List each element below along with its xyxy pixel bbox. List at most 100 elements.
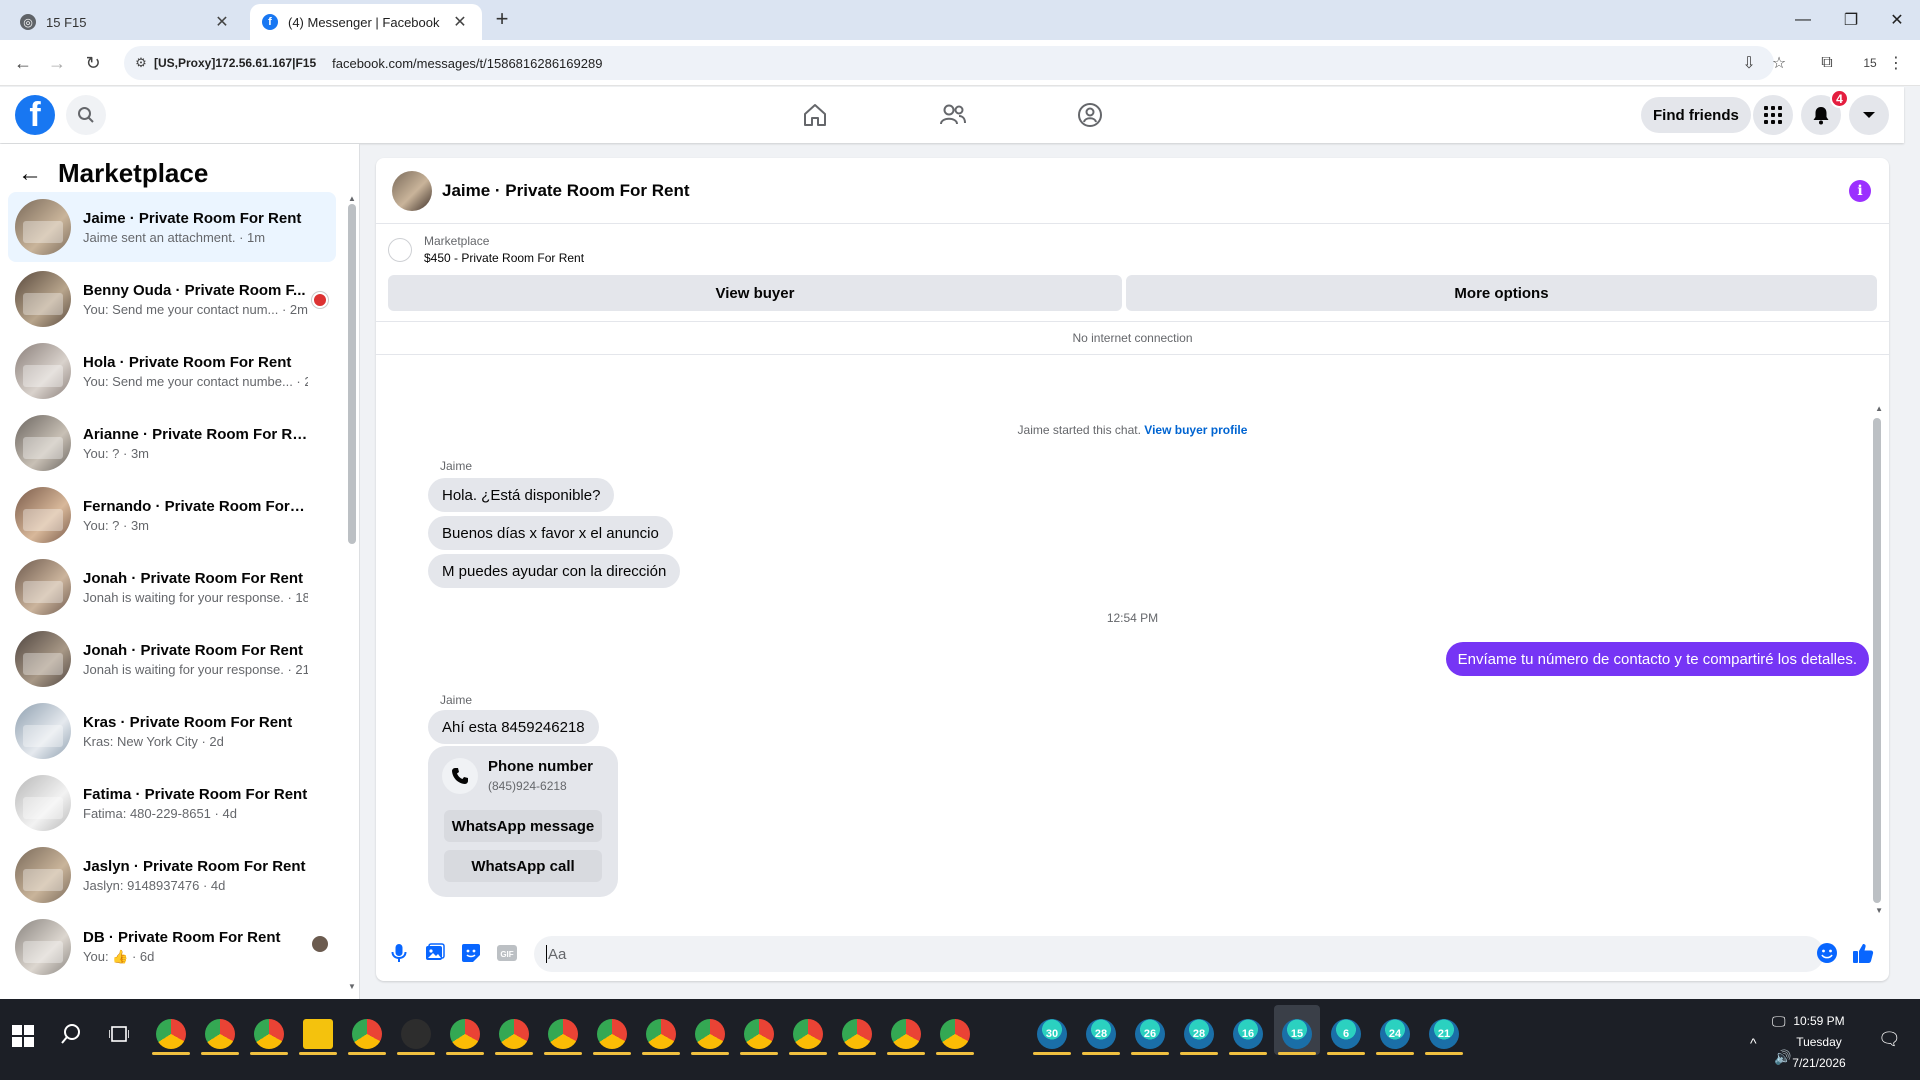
microphone-icon[interactable] [388, 942, 410, 964]
conversation-item[interactable]: Fatima · Private Room For Rent Fatima: 48… [8, 768, 336, 838]
listing-summary[interactable]: Marketplace $450 - Private Room For Rent [388, 234, 584, 265]
chrome-icon[interactable] [940, 1019, 970, 1049]
conversation-item[interactable]: Jaime · Private Room For Rent Jaime sent … [8, 192, 336, 262]
conversation-item[interactable]: Jonah · Private Room For Rent Jonah is wa… [8, 552, 336, 622]
reload-icon[interactable]: ↻ [78, 48, 108, 78]
search-icon[interactable] [56, 1019, 86, 1049]
scroll-up-arrow-icon[interactable]: ▲ [348, 194, 356, 203]
close-window-button[interactable]: ✕ [1874, 0, 1920, 40]
running-indicator [544, 1052, 582, 1055]
chrome-icon[interactable] [891, 1019, 921, 1049]
conversation-item[interactable]: Fernando · Private Room For Rent You: ? ·… [8, 480, 336, 550]
photo-icon[interactable] [424, 942, 446, 964]
conversation-item[interactable]: Hola · Private Room For Rent You: Send me… [8, 336, 336, 406]
browser-tab-1[interactable]: ◎ 15 F15 ✕ [8, 4, 244, 40]
url-text[interactable]: facebook.com/messages/t/1586816286169289 [332, 56, 602, 71]
back-arrow-icon[interactable]: ← [18, 160, 42, 188]
file-explorer-icon[interactable] [303, 1019, 333, 1049]
profile-browser-icon[interactable]: 21 [1429, 1019, 1459, 1049]
chrome-icon[interactable] [842, 1019, 872, 1049]
conversation-item[interactable]: Benny Ouda · Private Room F... You: Send … [8, 264, 336, 334]
find-friends-button[interactable]: Find friends [1641, 97, 1751, 133]
browser-menu-icon[interactable]: ⋮ [1886, 50, 1906, 76]
friends-icon[interactable] [933, 95, 973, 135]
chrome-icon[interactable] [793, 1019, 823, 1049]
tray-chevron-icon[interactable]: ^ [1750, 1035, 1757, 1051]
chrome-icon[interactable] [205, 1019, 235, 1049]
tab-search-icon[interactable]: ⧉ [1814, 50, 1840, 76]
whatsapp-call-button[interactable]: WhatsApp call [444, 850, 602, 882]
chrome-icon[interactable] [597, 1019, 627, 1049]
message-bubble[interactable]: Hola. ¿Está disponible? [428, 478, 615, 512]
message-bubble[interactable]: M puedes ayudar con la dirección [428, 554, 681, 588]
chrome-icon[interactable] [744, 1019, 774, 1049]
conversation-item[interactable]: Arianne · Private Room For Rent You: ? · … [8, 408, 336, 478]
chrome-icon[interactable] [450, 1019, 480, 1049]
conversation-item[interactable]: Kras · Private Room For Rent Kras: New Yo… [8, 696, 336, 766]
profile-browser-icon[interactable]: 16 [1233, 1019, 1263, 1049]
chat-scroll-down-arrow-icon[interactable]: ▼ [1875, 906, 1883, 915]
close-tab-icon[interactable]: ✕ [212, 12, 232, 32]
conversation-item[interactable]: Jaslyn · Private Room For Rent Jaslyn: 91… [8, 840, 336, 910]
avatar[interactable] [392, 170, 432, 211]
address-bar[interactable]: ⚙ [US,Proxy]172.56.61.167|F15 facebook.c… [124, 46, 1774, 80]
sticker-icon[interactable] [460, 942, 482, 964]
chrome-icon[interactable] [695, 1019, 725, 1049]
whatsapp-message-button[interactable]: WhatsApp message [444, 810, 602, 842]
profile-browser-icon[interactable]: 30 [1037, 1019, 1067, 1049]
facebook-logo-icon[interactable]: f [15, 95, 55, 135]
forward-arrow-icon[interactable]: → [42, 48, 72, 78]
menu-grid-icon[interactable] [1753, 95, 1793, 135]
profile-browser-icon[interactable]: 28 [1086, 1019, 1116, 1049]
message-bubble[interactable]: Ahí esta 8459246218 [428, 710, 599, 744]
info-icon[interactable]: i [1849, 180, 1871, 202]
close-tab-icon[interactable]: ✕ [450, 12, 470, 32]
chrome-icon[interactable] [548, 1019, 578, 1049]
chrome-icon[interactable] [499, 1019, 529, 1049]
install-app-icon[interactable]: ⇩ [1736, 50, 1762, 76]
message-input[interactable]: Aa [534, 936, 1824, 972]
sent-message-bubble[interactable]: Envíame tu número de contacto y te compa… [1445, 642, 1869, 676]
search-icon[interactable] [66, 95, 106, 135]
chrome-icon[interactable] [156, 1019, 186, 1049]
profile-count[interactable]: 15 [1858, 50, 1882, 76]
message-bubble[interactable]: Buenos días x favor x el anuncio [428, 516, 673, 550]
browser-tab-2[interactable]: f (4) Messenger | Facebook ✕ [250, 4, 482, 40]
profile-browser-icon[interactable]: 15 [1282, 1019, 1312, 1049]
notification-center-icon[interactable]: 🗨 [1878, 1029, 1901, 1050]
new-tab-button[interactable]: + [490, 8, 514, 32]
view-buyer-profile-link[interactable]: View buyer profile [1144, 423, 1247, 437]
profile-browser-icon[interactable]: 26 [1135, 1019, 1165, 1049]
scroll-down-arrow-icon[interactable]: ▼ [348, 982, 356, 991]
home-icon[interactable] [795, 95, 835, 135]
gif-icon[interactable]: GIF [496, 942, 518, 964]
site-info-icon[interactable]: ⚙ [132, 55, 150, 71]
minimize-window-button[interactable]: — [1780, 0, 1826, 40]
profile-browser-icon[interactable]: 6 [1331, 1019, 1361, 1049]
back-arrow-icon[interactable]: ← [8, 48, 38, 78]
account-dropdown-icon[interactable] [1849, 95, 1889, 135]
sidebar-scrollbar[interactable] [348, 204, 356, 544]
chat-scroll-up-arrow-icon[interactable]: ▲ [1875, 404, 1883, 413]
profile-browser-icon[interactable]: 28 [1184, 1019, 1214, 1049]
conversation-item[interactable]: DB · Private Room For Rent You: 👍 · 6d [8, 912, 336, 982]
chrome-icon[interactable] [254, 1019, 284, 1049]
restore-window-button[interactable]: ❐ [1828, 0, 1874, 40]
system-clock[interactable]: 10:59 PM Tuesday 7/21/2026 [1774, 1011, 1864, 1074]
chat-scrollbar[interactable] [1873, 418, 1881, 903]
chat-title[interactable]: Jaime · Private Room For Rent [442, 181, 690, 201]
task-view-icon[interactable] [104, 1019, 134, 1049]
conversation-item[interactable]: Jonah · Private Room For Rent Jonah is wa… [8, 624, 336, 694]
phone-icon [442, 758, 478, 794]
chrome-icon[interactable] [646, 1019, 676, 1049]
view-buyer-button[interactable]: View buyer [388, 275, 1122, 311]
thumbs-up-icon[interactable] [1852, 942, 1874, 964]
media-app-icon[interactable] [352, 1019, 382, 1049]
more-options-button[interactable]: More options [1126, 275, 1877, 311]
windows-start-icon[interactable] [12, 1025, 34, 1047]
profile-browser-icon[interactable]: 24 [1380, 1019, 1410, 1049]
groups-icon[interactable] [1070, 95, 1110, 135]
emoji-icon[interactable] [1816, 942, 1838, 964]
bookmark-star-icon[interactable]: ☆ [1766, 50, 1792, 76]
xbox-icon[interactable] [401, 1019, 431, 1049]
